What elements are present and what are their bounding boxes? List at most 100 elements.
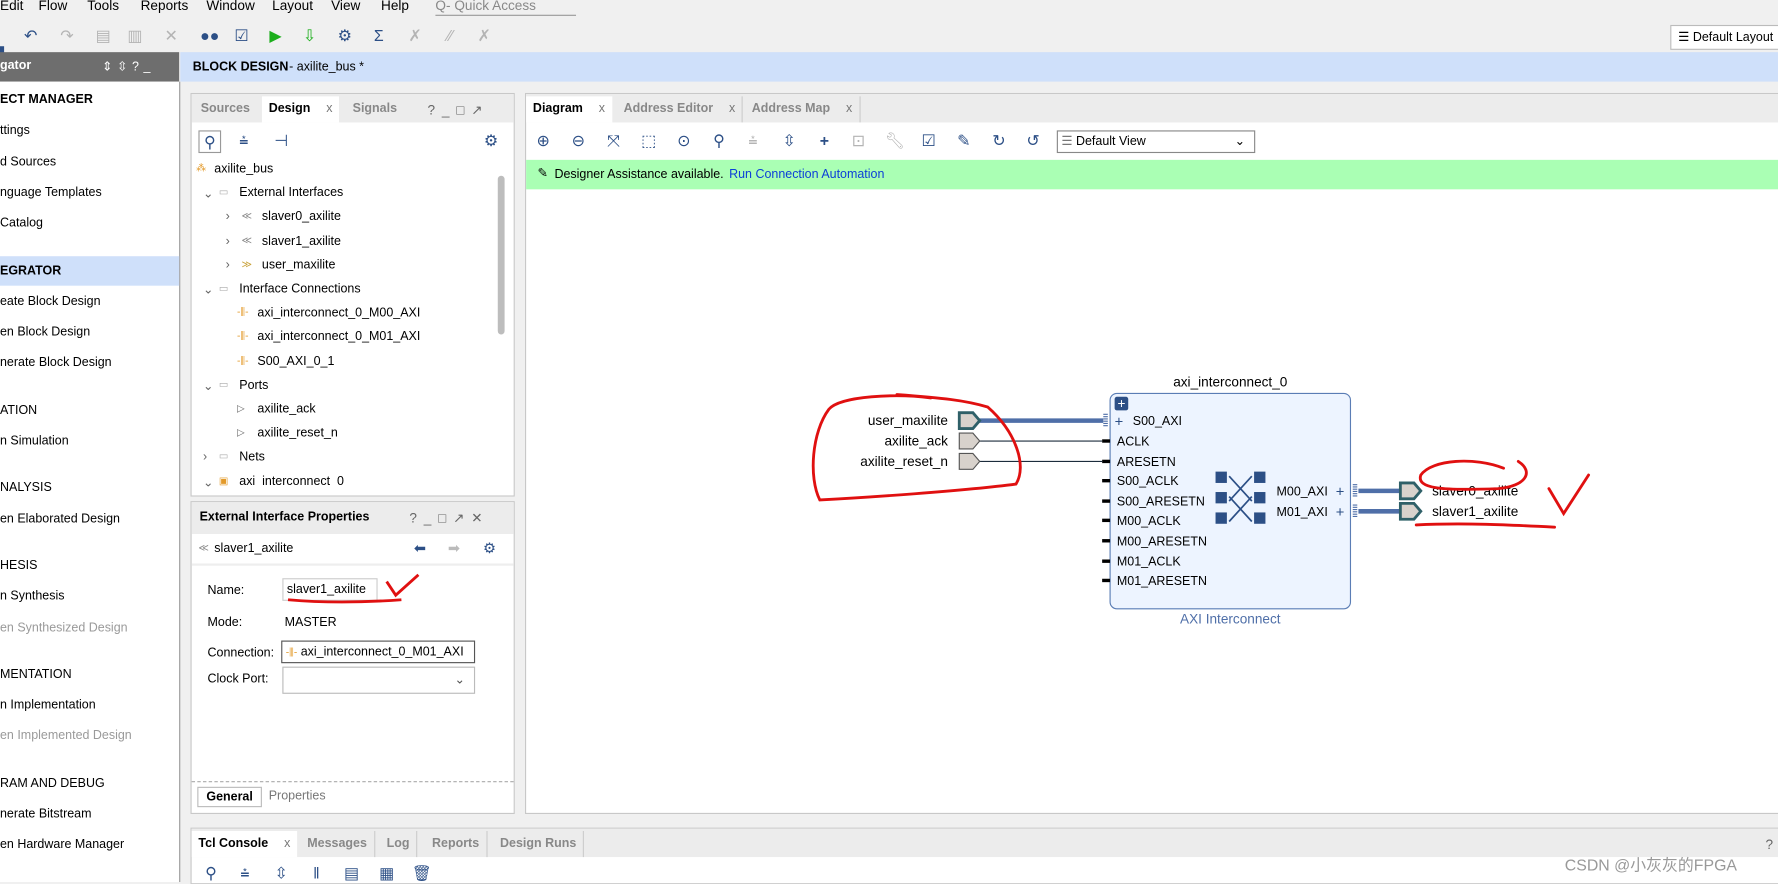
tab-design[interactable]: Design x [261, 96, 340, 123]
collapse-all-icon[interactable]: ⩮ [235, 863, 255, 883]
copy-icon[interactable]: ▤ [93, 25, 113, 45]
nav-item[interactable]: n Simulation [0, 434, 69, 448]
tree-scrollbar[interactable] [497, 175, 505, 335]
input-port[interactable] [958, 452, 981, 470]
nav-item[interactable]: en Block Design [0, 325, 90, 339]
zoom-area-icon[interactable]: ⬚ [638, 130, 658, 150]
nav-item[interactable]: nguage Templates [0, 186, 102, 200]
nav-item[interactable]: d Sources [0, 155, 56, 169]
menu-window[interactable]: Window [206, 0, 254, 14]
nav-item[interactable]: n Synthesis [0, 590, 64, 604]
check-icon[interactable]: ☑ [231, 25, 251, 45]
chevron-right-icon[interactable]: › [226, 258, 230, 272]
nav-item[interactable]: en Hardware Manager [0, 838, 124, 852]
regenerate-icon[interactable]: ↺ [1023, 130, 1043, 150]
close-icon[interactable]: x [284, 837, 290, 851]
menu-help[interactable]: Help [381, 0, 409, 14]
tab-sources[interactable]: Sources [194, 96, 257, 122]
tab-messages[interactable]: Messages [300, 831, 375, 858]
program-icon[interactable]: ⇩ [299, 25, 319, 45]
diagram-canvas[interactable]: axi_interconnect_0 AXI Interconnect + + S00_… [526, 190, 1778, 811]
search-icon[interactable]: ⚲ [201, 863, 221, 883]
nav-item[interactable]: n Implementation [0, 698, 96, 712]
tab-log[interactable]: Log [380, 831, 418, 858]
menu-view[interactable]: View [331, 0, 360, 14]
zoom-out-icon[interactable]: ⊖ [568, 130, 588, 150]
tab-tcl-console[interactable]: Tcl Console x [191, 831, 298, 858]
expand-icon[interactable]: ⇳ [271, 863, 291, 883]
chevron-right-icon[interactable]: › [226, 210, 230, 224]
menu-reports[interactable]: Reports [141, 0, 189, 14]
expand-icon[interactable]: ⊣ [271, 130, 291, 150]
output-interface-port[interactable] [1398, 481, 1423, 501]
chevron-down-icon[interactable]: ⌄ [203, 475, 213, 487]
find-icon[interactable]: ●● [200, 25, 220, 45]
pin-icon[interactable]: ✎ [954, 130, 974, 150]
panel-window-controls[interactable]: ?_□↗ [427, 102, 489, 118]
copy-icon[interactable]: ▤ [341, 863, 361, 883]
tab-properties[interactable]: Properties [269, 789, 326, 803]
clock-port-select[interactable]: ⌄ [282, 666, 476, 694]
undo-icon[interactable]: ↶ [20, 25, 40, 45]
menu-tools[interactable]: Tools [87, 0, 119, 14]
panel-window-controls[interactable]: ?_□↗✕ [409, 510, 489, 526]
chevron-down-icon[interactable]: ⌄ [203, 378, 213, 394]
close-icon[interactable]: x [846, 102, 852, 116]
view-select[interactable]: ☰ Default View ⌄ [1056, 130, 1256, 154]
help-icon[interactable]: ? [1765, 837, 1773, 853]
tab-address-map[interactable]: Address Map x [745, 96, 861, 123]
chevron-right-icon[interactable]: › [203, 451, 207, 465]
trash-icon[interactable]: 🗑︎ [412, 863, 432, 883]
default-layout-button[interactable]: ☰ Default Layout [1670, 24, 1778, 50]
nav-item[interactable]: eate Block Design [0, 295, 101, 309]
settings-icon[interactable]: ⚙ [335, 25, 355, 45]
search-icon[interactable]: ⚲ [709, 130, 729, 150]
sigma-icon[interactable]: Σ [369, 25, 389, 45]
tab-general[interactable]: General [197, 786, 262, 808]
chevron-down-icon[interactable]: ⌄ [203, 282, 213, 297]
output-interface-port[interactable] [1398, 501, 1423, 521]
disabled-icon-2[interactable]: ⁄⁄ [440, 25, 460, 45]
add-ip-icon[interactable]: + [814, 130, 834, 150]
tab-design-runs[interactable]: Design Runs [493, 831, 585, 858]
input-interface-port[interactable] [957, 411, 982, 430]
quick-access-input[interactable]: Q- Quick Access [435, 0, 577, 16]
pause-icon[interactable]: ‖ [306, 863, 326, 883]
center-icon[interactable]: ⊙ [674, 130, 694, 150]
chevron-right-icon[interactable]: › [226, 234, 230, 248]
close-icon[interactable]: x [729, 102, 735, 116]
connection-field[interactable]: -⫼- axi_interconnect_0_M01_AXI [281, 640, 476, 664]
zoom-fit-icon[interactable]: ⤧ [603, 130, 623, 150]
chevron-down-icon[interactable]: ⌄ [203, 186, 213, 201]
paste-icon[interactable]: ▥ [125, 25, 145, 45]
forward-arrow-icon[interactable]: ➡ [448, 540, 460, 558]
disabled-icon-3[interactable]: ✗ [474, 25, 494, 45]
nav-item[interactable]: Catalog [0, 217, 43, 231]
nav-item[interactable]: en Implemented Design [0, 729, 132, 743]
menu-edit[interactable]: Edit [0, 0, 23, 14]
gear-icon[interactable]: ⚙ [483, 540, 496, 558]
menu-flow[interactable]: Flow [39, 0, 68, 14]
validate-icon[interactable]: ☑ [918, 130, 938, 150]
zoom-in-icon[interactable]: ⊕ [533, 130, 553, 150]
nav-item[interactable]: nerate Bitstream [0, 807, 92, 821]
nav-item[interactable]: en Synthesized Design [0, 621, 128, 635]
disabled-icon-1[interactable]: ✗ [405, 25, 425, 45]
back-arrow-icon[interactable]: ⬅ [414, 540, 426, 558]
run-connection-automation-link[interactable]: Run Connection Automation [729, 168, 884, 182]
tab-reports[interactable]: Reports [425, 831, 488, 858]
tab-address-editor[interactable]: Address Editor x [617, 96, 744, 123]
expand-icon[interactable]: ⇳ [779, 130, 799, 150]
search-icon[interactable]: ⚲ [198, 130, 222, 154]
collapse-icon[interactable]: ⩮ [743, 130, 763, 150]
redo-icon[interactable]: ↷ [57, 25, 77, 45]
menu-layout[interactable]: Layout [272, 0, 313, 14]
gear-icon[interactable]: ⚙ [481, 130, 501, 150]
nav-item[interactable]: ttings [0, 124, 30, 138]
collapse-all-icon[interactable]: ⩮ [234, 130, 254, 150]
navigator-controls[interactable]: ⇕⇳?_ [102, 59, 155, 74]
delete-icon[interactable]: ✕ [161, 25, 181, 45]
add-module-icon[interactable]: ⊡ [848, 130, 868, 150]
close-icon[interactable]: x [599, 102, 605, 116]
wrench-icon[interactable]: 🔧︎ [884, 130, 905, 150]
